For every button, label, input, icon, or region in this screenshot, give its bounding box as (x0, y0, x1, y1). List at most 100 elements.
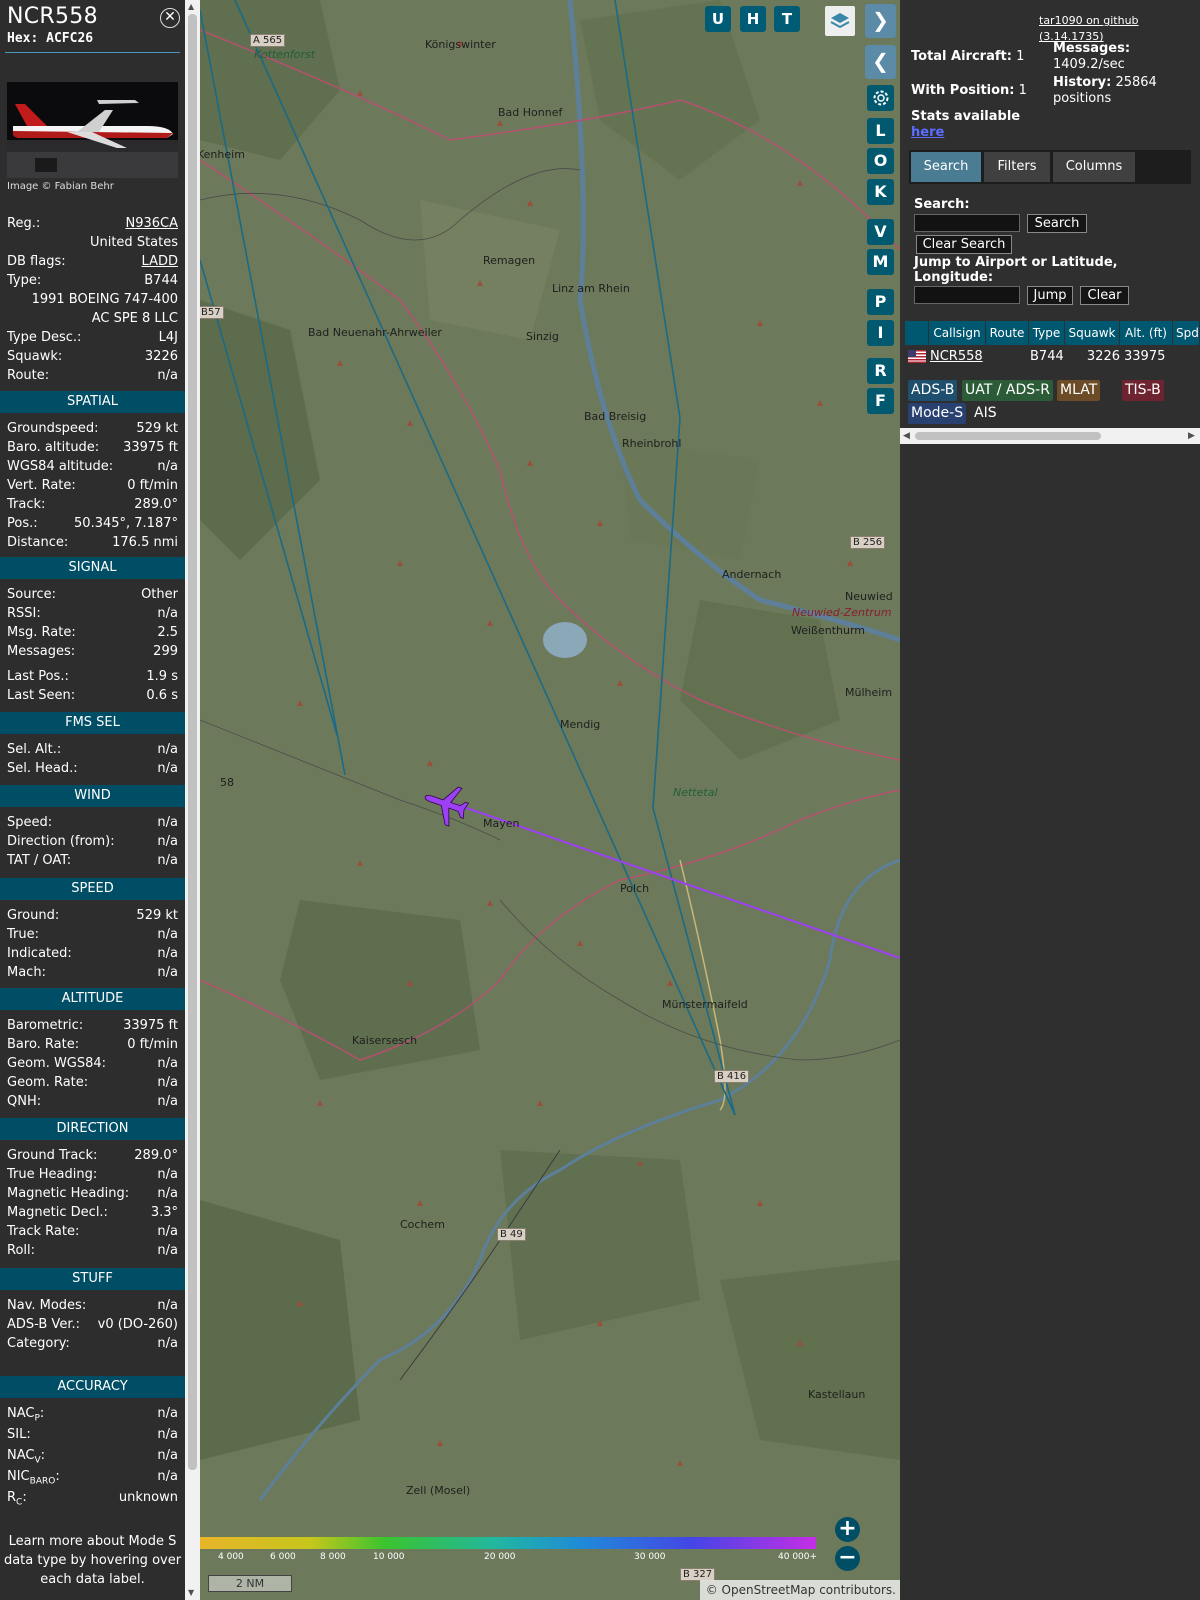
map-button-f[interactable]: F (867, 388, 894, 414)
source-badge-ads-b[interactable]: ADS-B (908, 380, 958, 401)
scroll-up-icon[interactable]: ▲ (188, 2, 194, 12)
detail-value[interactable]: N936CA (125, 214, 178, 233)
detail-label[interactable]: Vert. Rate: (7, 476, 76, 495)
scroll-right-icon[interactable]: ▶ (1188, 431, 1195, 441)
detail-label[interactable]: QNH: (7, 1092, 41, 1111)
detail-label[interactable]: Direction (from): (7, 832, 115, 851)
detail-label[interactable]: Baro. Rate: (7, 1035, 79, 1054)
map-button-i[interactable]: I (867, 320, 894, 346)
clear-search-button[interactable]: Clear Search (916, 235, 1012, 254)
detail-label[interactable]: Reg.: (7, 214, 40, 233)
column-squawk[interactable]: Squawk (1065, 321, 1120, 345)
source-badge-mlat[interactable]: MLAT (1057, 380, 1101, 401)
detail-label[interactable]: SIL: (7, 1425, 31, 1444)
detail-label[interactable]: Category: (7, 1334, 70, 1353)
expand-right-icon[interactable]: ❯ (865, 4, 896, 38)
detail-label[interactable]: Nav. Modes: (7, 1296, 86, 1315)
map-button-h[interactable]: H (740, 6, 766, 32)
detail-label[interactable]: Sel. Head.: (7, 759, 78, 778)
aircraft-photo[interactable] (7, 82, 178, 178)
source-badge-mode-s[interactable]: Mode-S (908, 403, 967, 424)
column-type[interactable]: Type (1029, 321, 1065, 345)
detail-label[interactable]: Msg. Rate: (7, 623, 76, 642)
map-button-l[interactable]: L (867, 118, 894, 144)
detail-label[interactable]: RC: (7, 1488, 27, 1513)
map-button-p[interactable]: P (867, 289, 894, 315)
detail-row: Ground Track: 289.0° (7, 1146, 178, 1165)
map-button-k[interactable]: K (867, 179, 894, 205)
map-canvas[interactable]: Königswinter Bad Honnef Remagen Linz am Rhe… (200, 0, 900, 1600)
scroll-left-icon[interactable]: ◀ (903, 431, 910, 441)
detail-label[interactable]: Magnetic Heading: (7, 1184, 129, 1203)
close-icon[interactable]: ✕ (160, 8, 180, 28)
map-button-o[interactable]: O (867, 148, 894, 174)
detail-label[interactable]: Track: (7, 495, 45, 514)
detail-label[interactable]: Type Desc.: (7, 328, 81, 347)
detail-label[interactable]: Squawk: (7, 347, 62, 366)
detail-label[interactable]: Last Seen: (7, 686, 75, 705)
detail-label[interactable]: True: (7, 925, 39, 944)
detail-label[interactable]: DB flags: (7, 252, 66, 271)
scroll-down-icon[interactable]: ▼ (188, 1588, 194, 1598)
detail-label[interactable]: ADS-B Ver.: (7, 1315, 80, 1334)
layers-icon[interactable] (825, 6, 855, 36)
source-badge-ais[interactable]: AIS (971, 403, 1000, 424)
detail-label[interactable]: Distance: (7, 533, 68, 552)
scrollbar-thumb[interactable] (188, 14, 197, 1470)
map-button-u[interactable]: U (705, 6, 731, 32)
detail-label[interactable]: Ground Track: (7, 1146, 97, 1165)
detail-label[interactable]: RSSI: (7, 604, 41, 623)
map-button-m[interactable]: M (867, 249, 894, 275)
detail-label[interactable]: Source: (7, 585, 56, 604)
detail-label[interactable]: Geom. Rate: (7, 1073, 88, 1092)
zoom-out-icon[interactable]: − (835, 1546, 860, 1571)
jump-button[interactable]: Jump (1027, 286, 1073, 305)
search-button[interactable]: Search (1027, 214, 1087, 233)
detail-label[interactable]: Magnetic Decl.: (7, 1203, 108, 1222)
detail-label[interactable]: Type: (7, 271, 41, 290)
detail-label[interactable]: Barometric: (7, 1016, 83, 1035)
detail-label[interactable]: Geom. WGS84: (7, 1054, 106, 1073)
search-input[interactable] (914, 214, 1020, 232)
detail-label[interactable]: WGS84 altitude: (7, 457, 113, 476)
row-callsign[interactable]: NCR558 (930, 347, 983, 367)
column-speed[interactable]: Spd. (1173, 321, 1200, 345)
source-badge-tis-b[interactable]: TIS-B (1122, 380, 1164, 401)
tab-filters[interactable]: Filters (984, 152, 1050, 182)
settings-gear-icon[interactable] (867, 85, 894, 111)
column-callsign[interactable]: Callsign (929, 321, 986, 345)
tab-search[interactable]: Search (911, 152, 981, 182)
tab-columns[interactable]: Columns (1053, 152, 1135, 182)
detail-label[interactable]: Sel. Alt.: (7, 740, 61, 759)
detail-label[interactable]: Messages: (7, 642, 75, 661)
column-route[interactable]: Route (986, 321, 1029, 345)
detail-label[interactable]: Last Pos.: (7, 667, 69, 686)
detail-label[interactable]: Mach: (7, 963, 46, 982)
source-badge-uat-ads-r[interactable]: UAT / ADS-R (962, 380, 1053, 401)
jump-input[interactable] (914, 286, 1020, 304)
detail-label[interactable]: Baro. altitude: (7, 438, 99, 457)
detail-label[interactable]: Speed: (7, 813, 52, 832)
detail-label[interactable]: Roll: (7, 1241, 35, 1260)
stats-link[interactable]: here (911, 125, 944, 141)
map-button-v[interactable]: V (867, 219, 894, 245)
collapse-left-icon[interactable]: ❮ (865, 45, 896, 79)
sidebar-scrollbar[interactable]: ▲ ▼ (185, 0, 200, 1600)
detail-label[interactable]: Pos.: (7, 514, 38, 533)
zoom-in-icon[interactable]: + (835, 1517, 860, 1542)
detail-label[interactable]: True Heading: (7, 1165, 97, 1184)
detail-label[interactable]: Track Rate: (7, 1222, 79, 1241)
aircraft-hex: Hex: ACFC26 (7, 31, 94, 46)
map-button-t[interactable]: T (774, 6, 800, 32)
detail-label[interactable]: Route: (7, 366, 49, 385)
detail-label[interactable]: Indicated: (7, 944, 72, 963)
map-button-r[interactable]: R (867, 358, 894, 384)
table-horizontal-scrollbar[interactable]: ◀ ▶ (900, 428, 1200, 444)
clear-button[interactable]: Clear (1080, 286, 1129, 305)
column-altitude[interactable]: Alt. (ft) (1120, 321, 1173, 345)
horizontal-scroll-thumb[interactable] (915, 432, 1101, 440)
detail-label[interactable]: Ground: (7, 906, 59, 925)
detail-value[interactable]: LADD (142, 252, 178, 271)
detail-label[interactable]: TAT / OAT: (7, 851, 71, 870)
detail-label[interactable]: Groundspeed: (7, 419, 98, 438)
